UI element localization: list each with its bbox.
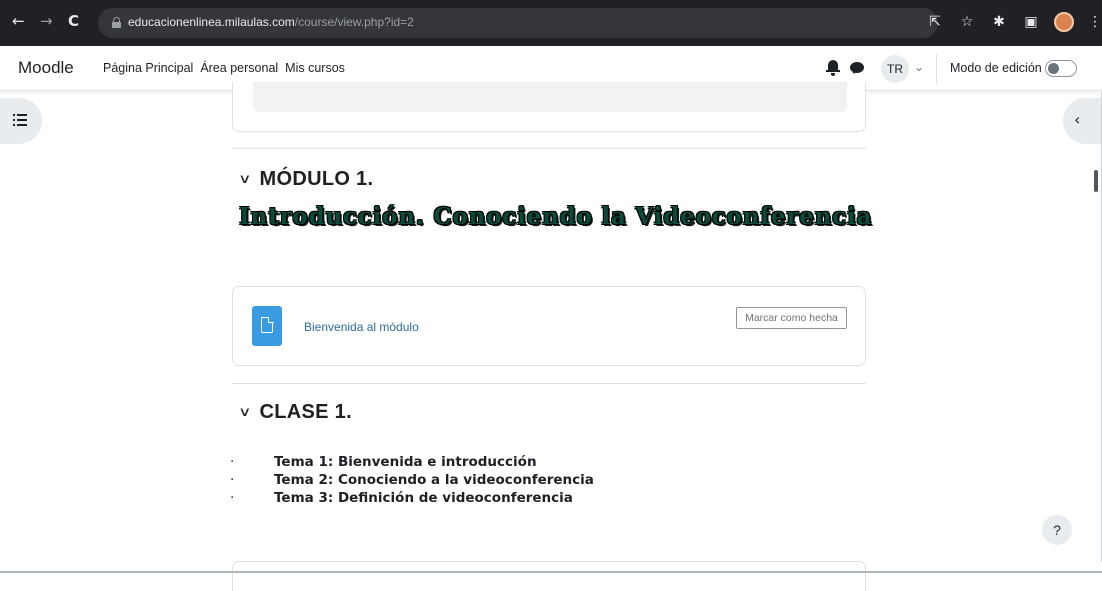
mark-as-done-button[interactable]: Marcar como hecha [736,307,847,329]
arrow-left-icon[interactable]: ← [12,12,25,30]
section-title: CLASE 1. [259,401,352,423]
list-icon [13,114,27,126]
url-text[interactable]: educacionenlinea.milaulas.com/course/vie… [128,15,414,29]
chevron-down-icon[interactable]: ∨ [238,172,251,187]
file-icon[interactable] [252,306,282,346]
scrollbar-thumb[interactable] [1094,170,1098,192]
browser-actions: ⇱ ☆ ✱ ▣ ⋮ [926,12,1102,32]
section-header-modulo-1[interactable]: ∨ MÓDULO 1. [238,168,374,191]
activity-link[interactable]: Bienvenida al módulo [304,320,419,334]
section-summary-title: Introducción. Conociendo la Videoconfere… [239,203,873,230]
topic-text: Tema 2: Conociendo a la videoconferencia [274,472,594,488]
bullet: · [230,472,235,488]
activity-card: Bienvenida al módulo Marcar como hecha [232,286,866,366]
block-drawer-toggle[interactable]: ‹ [1063,98,1102,144]
help-button[interactable]: ? [1042,515,1072,545]
bell-icon[interactable] [826,59,840,77]
chat-icon[interactable] [850,62,864,73]
section-divider [232,383,866,384]
reload-icon[interactable]: C [68,12,79,30]
lock-icon[interactable] [112,17,121,28]
sidepanel-icon[interactable]: ▣ [1022,14,1040,30]
url-path: /course/view.php?id=2 [294,15,414,29]
next-activity-card [232,561,866,591]
section-header-clase-1[interactable]: ∨ CLASE 1. [238,401,352,424]
topic-text: Tema 1: Bienvenida e introducción [274,454,537,470]
edit-mode-label: Modo de edición [950,61,1042,75]
topic-text: Tema 3: Definición de videoconferencia [274,490,573,506]
chevron-down-icon[interactable]: ∨ [238,405,251,420]
section-title: MÓDULO 1. [259,168,374,190]
arrow-right-icon[interactable]: → [40,12,53,30]
bullet: · [230,454,235,470]
address-bar[interactable]: educacionenlinea.milaulas.com/course/vie… [98,8,938,38]
edit-mode-toggle[interactable] [1045,60,1077,77]
puzzle-icon[interactable]: ✱ [990,14,1008,30]
url-host: educacionenlinea.milaulas.com [128,15,295,29]
browser-toolbar: ← → C educacionenlinea.milaulas.com/cour… [0,0,1102,46]
nav-home[interactable]: Página Principal [103,61,193,75]
share-icon[interactable]: ⇱ [926,14,944,30]
section-divider [232,148,866,149]
browser-menu-icon[interactable]: ⋮ [1088,14,1102,30]
user-avatar[interactable]: TR [881,55,909,83]
previous-section-card [232,82,866,132]
nav-my-courses[interactable]: Mis cursos [285,61,345,75]
bullet: · [230,490,235,506]
star-icon[interactable]: ☆ [958,14,976,30]
course-index-toggle[interactable] [0,98,42,144]
profile-avatar[interactable] [1054,12,1074,32]
previous-section-content [253,82,847,112]
chevron-left-icon: ‹ [1074,110,1081,129]
primary-navigation: Página Principal Área personal Mis curso… [103,61,345,75]
chevron-down-icon[interactable]: ⌄ [914,60,924,74]
nav-dashboard[interactable]: Área personal [200,61,278,75]
site-brand[interactable]: Moodle [18,58,74,78]
navbar-divider [936,54,937,84]
